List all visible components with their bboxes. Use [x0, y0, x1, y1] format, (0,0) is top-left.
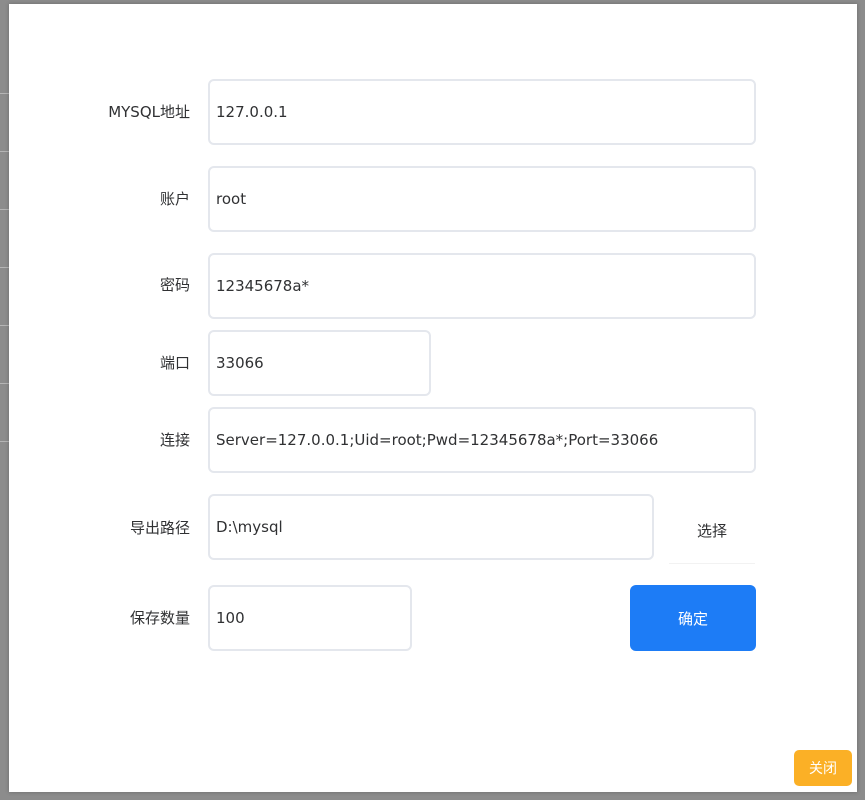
connection-string-input[interactable]: Server=127.0.0.1;Uid=root;Pwd=12345678a*…: [208, 407, 756, 473]
save-count-input[interactable]: 100: [208, 585, 412, 651]
export-path-input[interactable]: D:\mysql: [208, 494, 654, 560]
mysql-backup-settings-dialog: MYSQL地址 127.0.0.1 账户 root 密码 12345678a* …: [9, 4, 857, 792]
port-label: 端口: [159, 354, 190, 372]
account-label: 账户: [159, 190, 190, 208]
close-button[interactable]: 关闭: [794, 750, 852, 786]
mysql-address-label: MYSQL地址: [108, 103, 190, 121]
save-count-label: 保存数量: [129, 609, 190, 627]
connection-label: 连接: [159, 431, 190, 449]
account-input[interactable]: root: [208, 166, 756, 232]
mysql-address-input[interactable]: 127.0.0.1: [208, 79, 756, 145]
password-label: 密码: [159, 276, 190, 294]
export-path-label: 导出路径: [129, 519, 190, 537]
password-input[interactable]: 12345678a*: [208, 253, 756, 319]
select-path-button[interactable]: 选择: [669, 497, 755, 563]
confirm-button[interactable]: 确定: [630, 585, 756, 651]
port-input[interactable]: 33066: [208, 330, 431, 396]
